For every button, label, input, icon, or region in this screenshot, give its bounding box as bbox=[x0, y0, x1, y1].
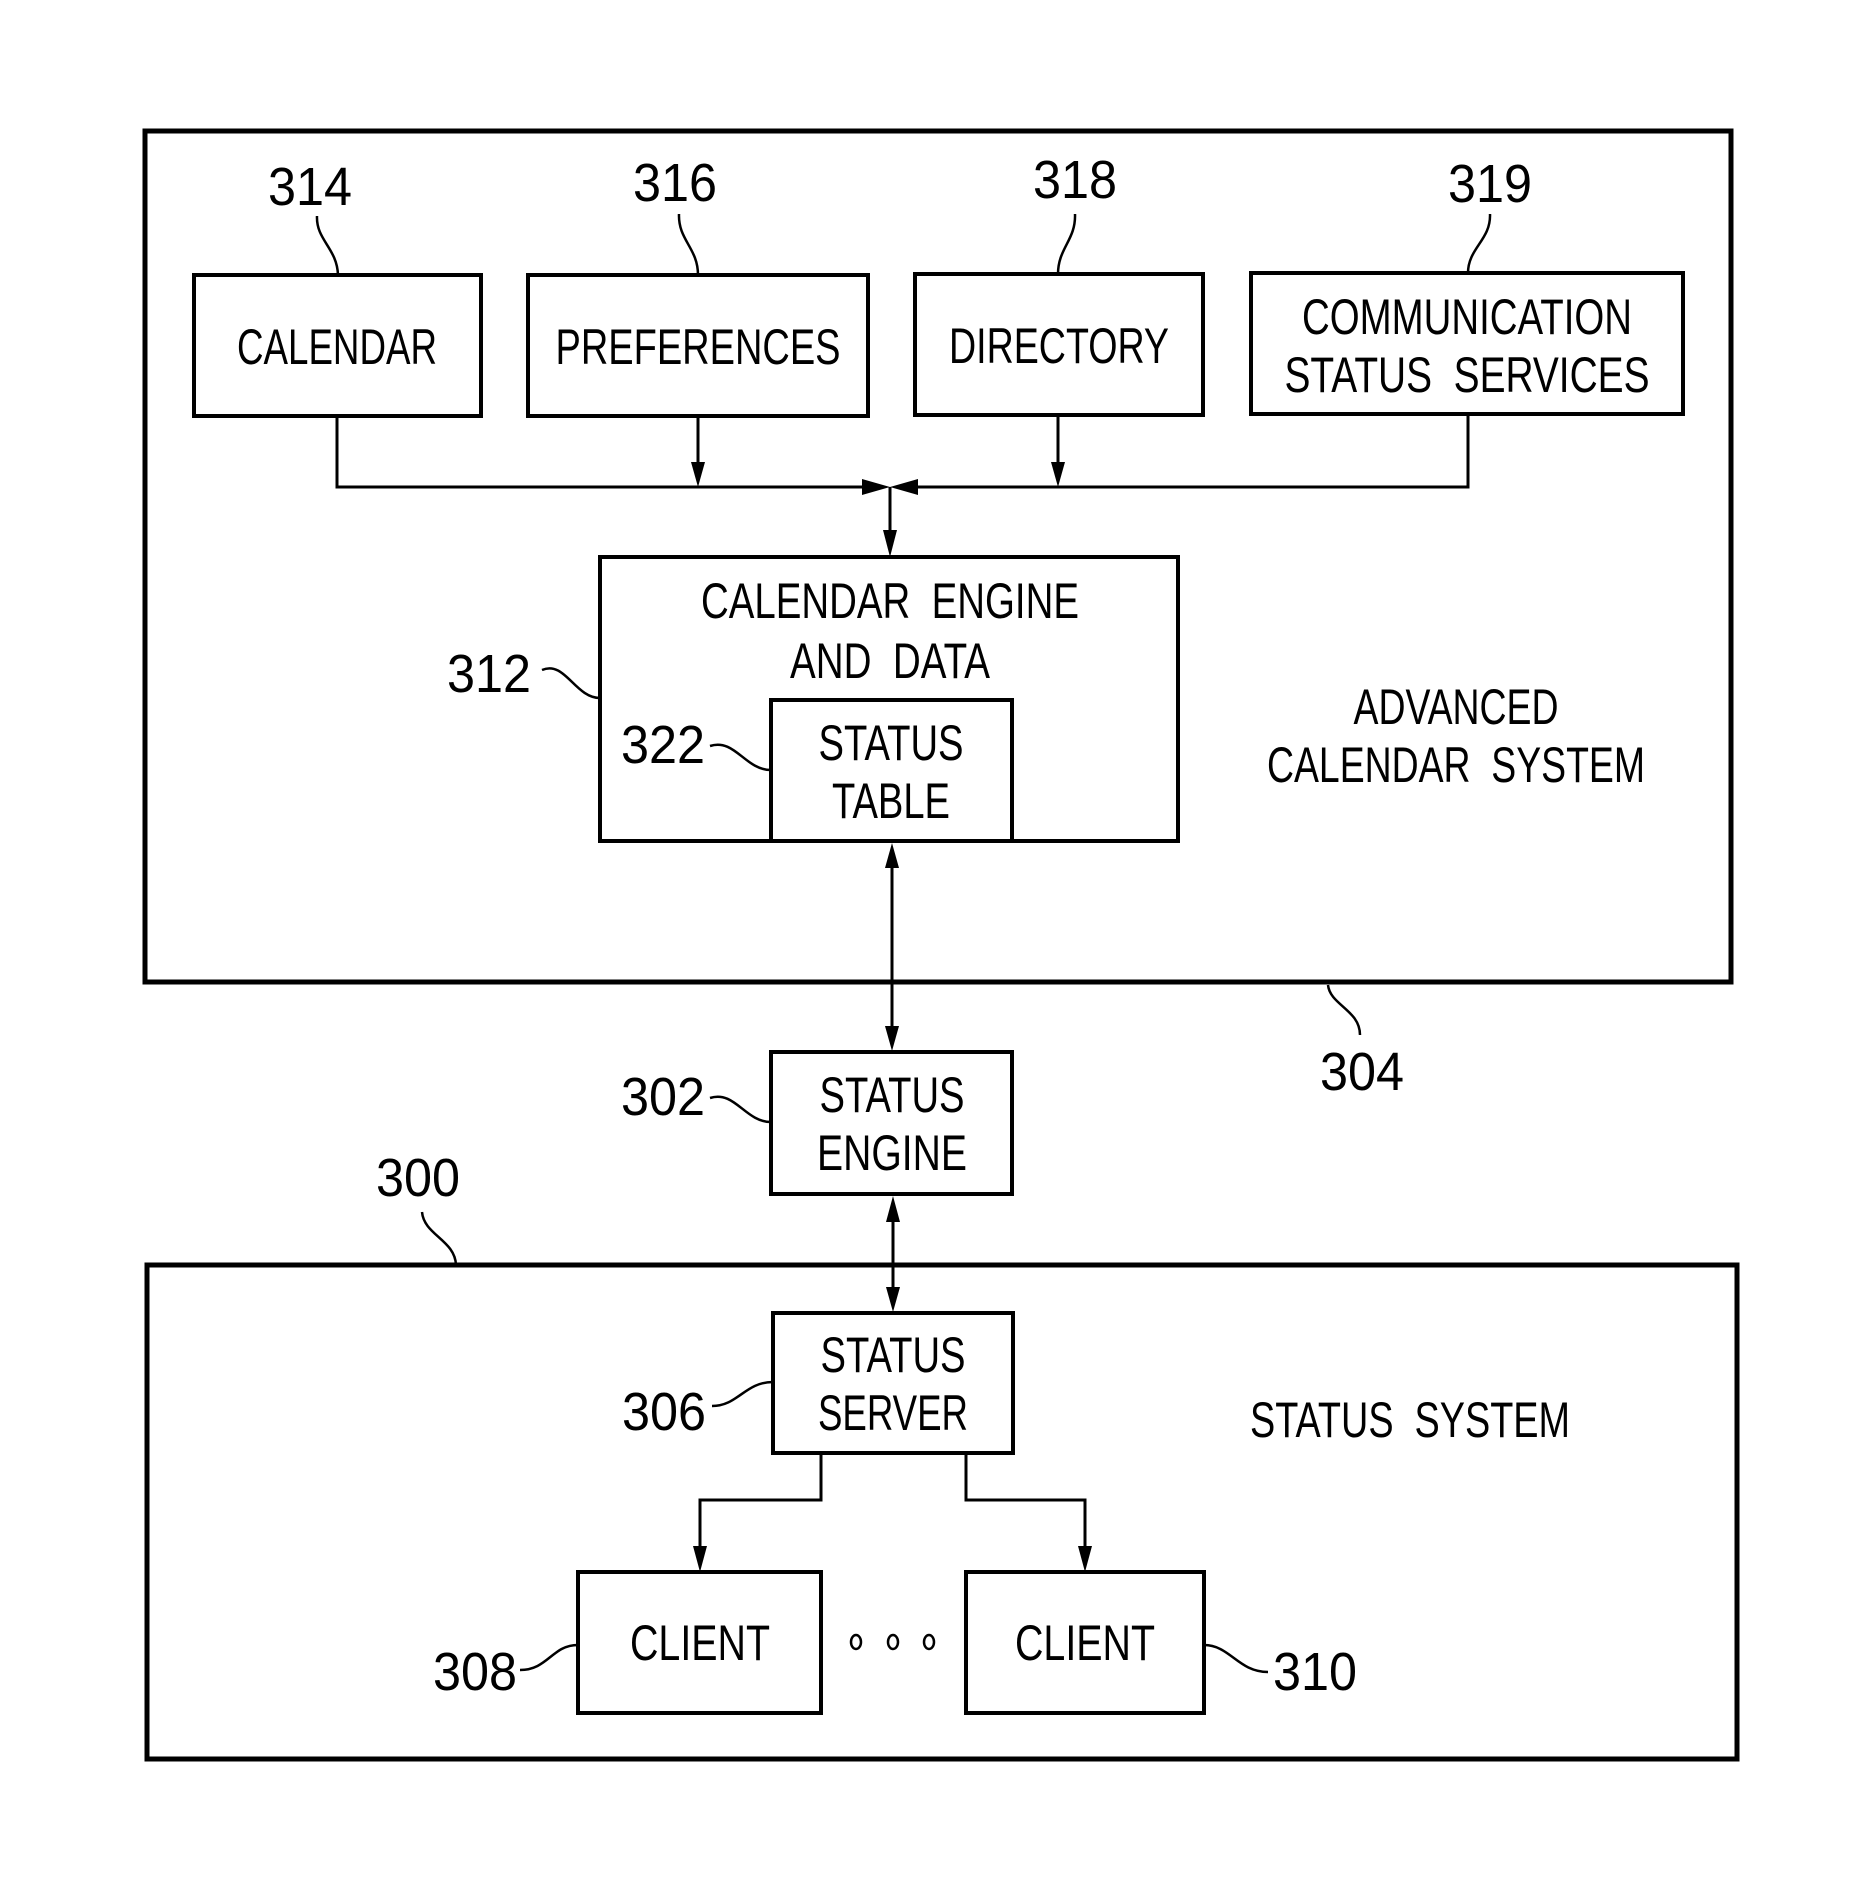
ref-322: 322 bbox=[621, 715, 705, 775]
connector-table-engine bbox=[885, 843, 899, 1051]
ellipsis-dot bbox=[849, 1633, 863, 1651]
leader-316 bbox=[677, 213, 700, 276]
status-engine-label-line1: STATUS bbox=[820, 1067, 965, 1123]
ref-306: 306 bbox=[622, 1382, 706, 1442]
status-server-label-line2: SERVER bbox=[818, 1385, 968, 1441]
client-1-label: CLIENT bbox=[630, 1615, 770, 1671]
status-table-label-line1: STATUS bbox=[819, 715, 964, 771]
status-system-label: STATUS SYSTEM bbox=[1250, 1392, 1570, 1448]
input-bus bbox=[335, 414, 1470, 557]
advanced-calendar-system-label-line2: CALENDAR SYSTEM bbox=[1267, 737, 1645, 793]
ref-302: 302 bbox=[621, 1067, 705, 1127]
server-to-clients bbox=[693, 1453, 1092, 1572]
status-table-block: STATUS TABLE bbox=[769, 698, 1014, 843]
ref-308: 308 bbox=[433, 1642, 517, 1702]
status-table-label-line2: TABLE bbox=[832, 773, 950, 829]
client-n-label: CLIENT bbox=[1015, 1615, 1155, 1671]
ref-304: 304 bbox=[1320, 1042, 1404, 1102]
arrow-to-client-1 bbox=[693, 1546, 707, 1572]
arrow-to-status-engine-bottom bbox=[886, 1196, 900, 1222]
calendar-block-label: CALENDAR bbox=[237, 319, 437, 375]
arrow-bus-to-engine bbox=[883, 530, 897, 557]
calendar-engine-label-line2: AND DATA bbox=[790, 633, 990, 689]
preferences-block: PREFERENCES bbox=[526, 273, 870, 418]
arrow-to-status-table bbox=[885, 843, 899, 868]
preferences-block-label: PREFERENCES bbox=[556, 319, 841, 375]
ellipsis-dot bbox=[922, 1633, 936, 1651]
calendar-engine-label-line1: CALENDAR ENGINE bbox=[701, 573, 1079, 629]
leader-300 bbox=[420, 1211, 458, 1266]
status-engine-label-line2: ENGINE bbox=[817, 1125, 967, 1181]
leader-302 bbox=[709, 1095, 772, 1124]
leader-306 bbox=[711, 1380, 774, 1408]
leader-310 bbox=[1203, 1643, 1269, 1674]
directory-block: DIRECTORY bbox=[913, 272, 1205, 417]
leader-304 bbox=[1326, 984, 1362, 1036]
leader-319 bbox=[1466, 213, 1492, 274]
connector-engine-server bbox=[886, 1196, 900, 1312]
arrow-directory-to-bus bbox=[1051, 462, 1065, 487]
leader-318 bbox=[1056, 213, 1077, 275]
ellipsis bbox=[849, 1633, 936, 1651]
arrow-to-client-n bbox=[1078, 1546, 1092, 1572]
communication-status-services-block: COMMUNICATION STATUS SERVICES bbox=[1249, 271, 1685, 416]
arrow-to-status-engine bbox=[885, 1026, 899, 1051]
ellipsis-dot bbox=[886, 1633, 900, 1651]
communication-status-services-label-line2: STATUS SERVICES bbox=[1285, 347, 1650, 403]
arrow-preferences-to-bus bbox=[691, 462, 705, 487]
client-1-block: CLIENT bbox=[576, 1570, 823, 1715]
ref-312: 312 bbox=[447, 644, 531, 704]
ref-310: 310 bbox=[1273, 1642, 1357, 1702]
status-engine-block: STATUS ENGINE bbox=[769, 1050, 1014, 1196]
directory-block-label: DIRECTORY bbox=[949, 318, 1169, 374]
client-n-block: CLIENT bbox=[964, 1570, 1206, 1715]
leader-308 bbox=[519, 1643, 579, 1672]
ref-300: 300 bbox=[376, 1148, 460, 1208]
calendar-block: CALENDAR bbox=[192, 273, 483, 418]
block-diagram: CALENDAR PREFERENCES DIRECTORY COMMUNICA… bbox=[142, 128, 1740, 1762]
ref-316: 316 bbox=[633, 153, 717, 213]
arrow-to-status-server bbox=[886, 1287, 900, 1312]
leader-314 bbox=[315, 215, 340, 276]
status-server-label-line1: STATUS bbox=[821, 1327, 966, 1383]
advanced-calendar-system-label-line1: ADVANCED bbox=[1354, 679, 1559, 735]
ref-314: 314 bbox=[268, 157, 352, 217]
ref-318: 318 bbox=[1033, 150, 1117, 210]
communication-status-services-label-line1: COMMUNICATION bbox=[1302, 289, 1632, 345]
status-server-block: STATUS SERVER bbox=[771, 1311, 1015, 1455]
leader-312 bbox=[541, 667, 601, 700]
arrow-junction-left bbox=[862, 479, 890, 495]
arrow-junction-right bbox=[890, 479, 918, 495]
ref-319: 319 bbox=[1448, 154, 1532, 214]
